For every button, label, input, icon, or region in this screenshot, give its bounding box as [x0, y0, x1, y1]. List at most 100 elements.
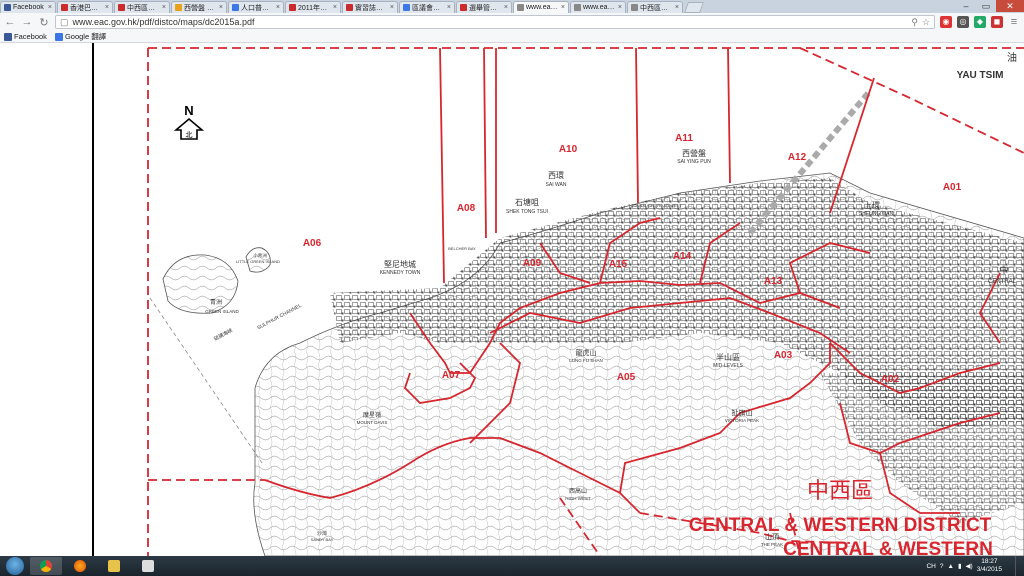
place-en: THE PEAK — [761, 542, 783, 547]
tab-favicon-icon — [118, 4, 125, 11]
back-icon[interactable]: ← — [4, 16, 16, 28]
help-icon[interactable]: ? — [940, 563, 944, 570]
tab-favicon-icon — [4, 4, 11, 11]
menu-icon[interactable]: ≡ — [1008, 16, 1020, 28]
constituency-label: A13 — [764, 276, 783, 287]
start-button[interactable] — [6, 557, 24, 575]
place-zh: 小青洲 — [253, 252, 267, 259]
tab-close-icon[interactable]: × — [162, 4, 166, 11]
browser-tab[interactable]: 香港巴士動態 (G× — [57, 1, 113, 13]
yau-tsim-zh: 油 — [1007, 51, 1017, 64]
yau-tsim-en: YAU TSIM — [957, 70, 1004, 81]
bookmark-star-icon[interactable]: ☆ — [922, 17, 930, 28]
place-zh: 硫磺海峽 — [213, 327, 234, 343]
firefox-taskbar-icon[interactable] — [64, 557, 96, 575]
extension-icon[interactable]: ◎ — [957, 16, 969, 28]
tab-close-icon[interactable]: × — [675, 4, 679, 11]
browser-tab[interactable]: Facebook × — [0, 1, 56, 13]
tab-label: www.eac.gov.hk — [526, 4, 559, 11]
browser-tab[interactable]: 2011年香港人口× — [285, 1, 341, 13]
clock[interactable]: 18:27 3/4/2015 — [977, 558, 1002, 574]
language-indicator[interactable]: CH — [926, 563, 935, 570]
tab-label: www.eac.gov.hk — [583, 4, 616, 11]
constituency-label: A05 — [617, 372, 636, 383]
constituency-label: A03 — [774, 350, 793, 361]
place-zh: 西環 — [548, 171, 564, 180]
tab-close-icon[interactable]: × — [333, 4, 337, 11]
tab-close-icon[interactable]: × — [48, 4, 52, 11]
tab-label: 選舉管理委員會 — [469, 4, 502, 12]
extension-icon[interactable]: ◼ — [991, 16, 1003, 28]
district-map: N 北 油 YAU TSIM A01 A02 A03 A05 A06 A07 A… — [0, 43, 1024, 556]
tab-label: 人口普查 - Goog — [241, 4, 274, 12]
volume-icon[interactable]: ◀) — [966, 562, 973, 570]
place-en: SULPHUR CHANNEL — [256, 303, 302, 331]
tab-close-icon[interactable]: × — [561, 4, 565, 11]
constituency-label: A14 — [673, 251, 692, 262]
page-margin — [0, 43, 92, 556]
browser-tab[interactable]: 西營盤 地鐵站站× — [171, 1, 227, 13]
district-title-zh: 中西區 — [807, 478, 873, 503]
browser-tab[interactable]: www.eac.gov.hk× — [513, 1, 569, 13]
place-zh: 半山區 — [716, 352, 740, 362]
zoom-icon[interactable]: ⚲ — [911, 17, 918, 28]
tab-close-icon[interactable]: × — [219, 4, 223, 11]
place-en: SANDY BAY — [311, 537, 334, 542]
place-en: MOUNT DAVIS — [357, 420, 388, 425]
reload-icon[interactable]: ↻ — [38, 16, 50, 29]
tab-favicon-icon — [403, 4, 410, 11]
browser-toolbar: ← → ↻ ▢ www.eac.gov.hk/pdf/distco/maps/d… — [0, 13, 1024, 31]
browser-tab[interactable]: 中西區資料網× — [627, 1, 683, 13]
browser-tab[interactable]: 中西區巴士路線× — [114, 1, 170, 13]
address-bar[interactable]: ▢ www.eac.gov.hk/pdf/distco/maps/dc2015a… — [55, 15, 935, 29]
pdf-viewer[interactable]: N 北 油 YAU TSIM A01 A02 A03 A05 A06 A07 A… — [0, 43, 1024, 556]
browser-tab[interactable]: 選舉管理委員會× — [456, 1, 512, 13]
north-chinese: 北 — [186, 131, 193, 139]
browser-tab[interactable]: 人口普查 - Goog× — [228, 1, 284, 13]
forward-icon[interactable]: → — [21, 16, 33, 28]
place-en: SHEK TONG TSUI — [506, 209, 548, 215]
tab-close-icon[interactable]: × — [618, 4, 622, 11]
bookmark-item[interactable]: Google 翻譯 — [54, 31, 106, 42]
browser-tab[interactable]: 實習誌界 | 2011× — [342, 1, 398, 13]
browser-tab[interactable]: www.eac.gov.hk× — [570, 1, 626, 13]
north-arrow-icon: N 北 — [173, 103, 205, 140]
tab-favicon-icon — [574, 4, 581, 11]
tab-close-icon[interactable]: × — [390, 4, 394, 11]
constituency-label: A08 — [457, 203, 476, 214]
place-zh: 西營盤 — [682, 148, 706, 158]
chrome-taskbar-icon[interactable] — [30, 557, 62, 575]
constituency-label: A01 — [943, 182, 962, 193]
constituency-label: A11 — [675, 133, 693, 144]
tab-favicon-icon — [175, 4, 182, 11]
network-icon[interactable]: ▮ — [958, 562, 962, 570]
explorer-taskbar-icon[interactable] — [98, 557, 130, 575]
app-taskbar-icon[interactable] — [132, 557, 164, 575]
new-tab-button[interactable] — [683, 2, 705, 13]
close-window-button[interactable]: ✕ — [996, 0, 1024, 12]
windows-taskbar: CH ? ▲ ▮ ◀) 18:27 3/4/2015 — [0, 556, 1024, 576]
minimize-button[interactable]: – — [956, 0, 976, 12]
url-text[interactable]: www.eac.gov.hk/pdf/distco/maps/dc2015a.p… — [73, 17, 908, 27]
place-zh: 石塘咀 — [515, 197, 539, 207]
browser-tab[interactable]: 區議會分界 - Go× — [399, 1, 455, 13]
tab-label: 區議會分界 - Go — [412, 4, 445, 12]
extension-icon[interactable]: ◆ — [974, 16, 986, 28]
place-en: MID-LEVELS — [713, 363, 743, 369]
tab-label: 2011年香港人口 — [298, 4, 331, 12]
place-en: GREEN ISLAND — [205, 309, 239, 314]
extension-icon[interactable]: ◉ — [940, 16, 952, 28]
place-en: HIGH WEST — [565, 496, 591, 501]
tab-close-icon[interactable]: × — [447, 4, 451, 11]
bookmark-item[interactable]: Facebook — [4, 32, 47, 41]
bookmarks-bar: Facebook Google 翻譯 — [0, 31, 1024, 43]
tab-close-icon[interactable]: × — [504, 4, 508, 11]
show-desktop-button[interactable] — [1015, 556, 1024, 576]
tab-close-icon[interactable]: × — [276, 4, 280, 11]
tray-arrow-icon[interactable]: ▲ — [948, 563, 954, 570]
maximize-button[interactable]: ▭ — [976, 0, 996, 12]
constituency-label: A12 — [788, 152, 807, 163]
constituency-label: A07 — [442, 370, 461, 381]
constituency-label: A06 — [303, 238, 322, 249]
tab-close-icon[interactable]: × — [105, 4, 109, 11]
